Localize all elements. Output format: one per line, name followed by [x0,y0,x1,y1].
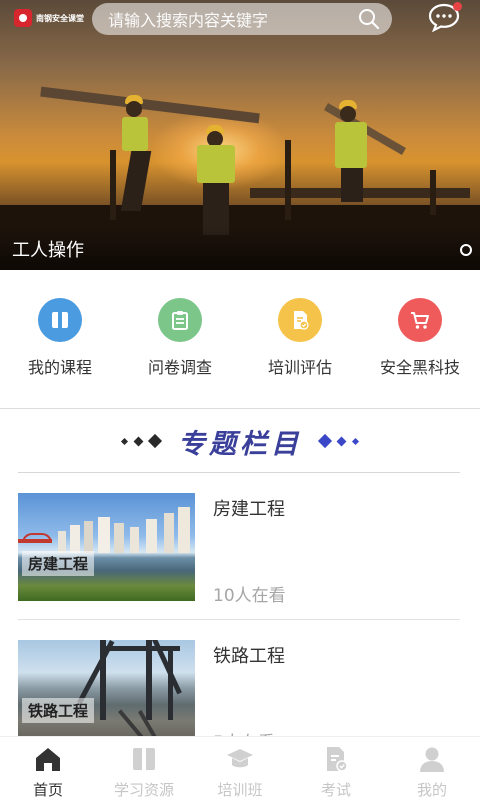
right-diamonds-decoration [316,433,362,449]
clipboard-icon [158,298,202,342]
banner-carried-rail [40,86,260,124]
tab-learning-resources[interactable]: 学习资源 [96,737,192,801]
quick-menu: 我的课程 问卷调查 培训评估 安全黑科技 [0,270,480,408]
app-logo: 南钢安全课堂 [14,7,84,29]
tab-label: 培训班 [217,781,263,799]
course-thumbnail-label: 铁路工程 [22,698,95,723]
course-thumbnail: 铁路工程 [18,640,195,748]
course-thumbnail-label: 房建工程 [22,551,95,576]
tab-label: 学习资源 [113,781,174,799]
home-icon [33,745,63,773]
quick-item-training-evaluation[interactable]: 培训评估 [240,270,360,408]
tab-exam[interactable]: 考试 [288,737,384,801]
course-title: 房建工程 [213,499,285,520]
carousel-indicator-dot[interactable] [460,244,472,256]
book-icon [129,745,159,773]
course-view-count: 10人在看 [213,586,286,606]
banner-caption: 工人操作 [12,240,84,261]
quick-item-safety-tech[interactable]: 安全黑科技 [360,270,480,408]
exam-icon [321,745,351,773]
logo-text: 南钢安全课堂 [36,13,84,23]
message-button[interactable] [428,2,462,34]
search-input[interactable]: 请输入搜索内容关键字 [108,7,354,31]
cart-icon [398,298,442,342]
tab-label: 考试 [320,781,351,799]
banner-carousel[interactable]: 工人操作 南钢安全课堂 请输入搜索内容关键字 [0,0,480,270]
banner-post [110,150,116,220]
tab-home[interactable]: 首页 [0,737,96,801]
user-icon [417,745,447,773]
banner-post [430,170,436,215]
tab-label: 我的 [416,781,447,799]
course-card[interactable]: 房建工程 房建工程 10人在看 [0,473,480,620]
quick-item-label: 安全黑科技 [379,358,460,377]
course-thumbnail: 房建工程 [18,493,195,601]
quick-item-label: 问卷调查 [147,358,212,377]
graduation-cap-icon [225,745,255,773]
book-icon [38,298,82,342]
section-divider [0,408,480,409]
quick-item-label: 我的课程 [27,358,92,377]
tab-training-class[interactable]: 培训班 [192,737,288,801]
section-header: 专题栏目 [0,418,480,464]
search-icon[interactable] [354,4,384,34]
left-diamonds-decoration [118,433,164,449]
logo-mark-icon [14,9,32,27]
tab-profile[interactable]: 我的 [384,737,480,801]
bottom-tab-bar: 首页 学习资源 培训班 考试 我的 [0,736,480,801]
document-check-icon [278,298,322,342]
tab-label: 首页 [32,781,63,799]
section-title: 专题栏目 [178,428,302,460]
quick-item-survey[interactable]: 问卷调查 [120,270,240,408]
quick-item-label: 培训评估 [267,358,332,377]
banner-post [285,140,291,220]
quick-item-my-courses[interactable]: 我的课程 [0,270,120,408]
search-bar[interactable]: 请输入搜索内容关键字 [92,3,392,35]
notification-badge [453,2,462,11]
course-title: 铁路工程 [213,646,285,667]
